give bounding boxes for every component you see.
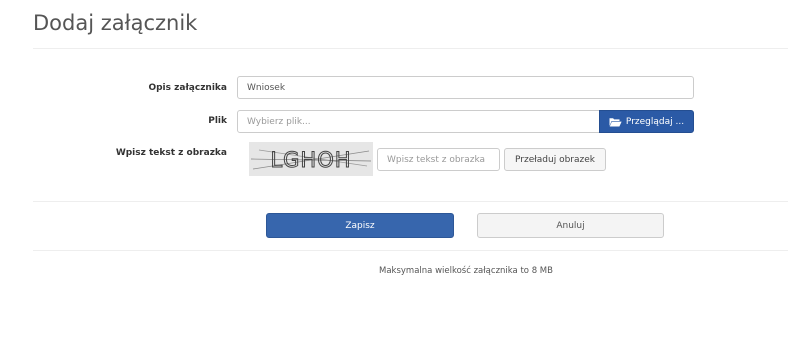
folder-open-icon [609, 117, 622, 127]
description-input[interactable] [237, 76, 694, 99]
captcha-input[interactable] [377, 148, 500, 171]
reload-captcha-button[interactable]: Przeładuj obrazek [504, 148, 606, 171]
cancel-button[interactable]: Anuluj [477, 213, 664, 238]
file-input[interactable] [237, 110, 600, 133]
divider [33, 250, 788, 251]
description-label: Opis załącznika [148, 83, 227, 93]
browse-button-label: Przeglądaj ... [625, 116, 685, 127]
captcha-label: Wpisz tekst z obrazka [115, 148, 227, 158]
captcha-image: LGHOH [249, 142, 373, 176]
divider [33, 48, 788, 49]
file-size-note: Maksymalna wielkość załącznika to 8 MB [379, 266, 553, 276]
page-title: Dodaj załącznik [33, 11, 198, 35]
divider [33, 201, 788, 202]
browse-button[interactable]: Przeglądaj ... [599, 110, 694, 133]
file-label: Plik [208, 116, 227, 126]
save-button[interactable]: Zapisz [266, 213, 454, 238]
captcha-text: LGHOH [270, 148, 351, 172]
